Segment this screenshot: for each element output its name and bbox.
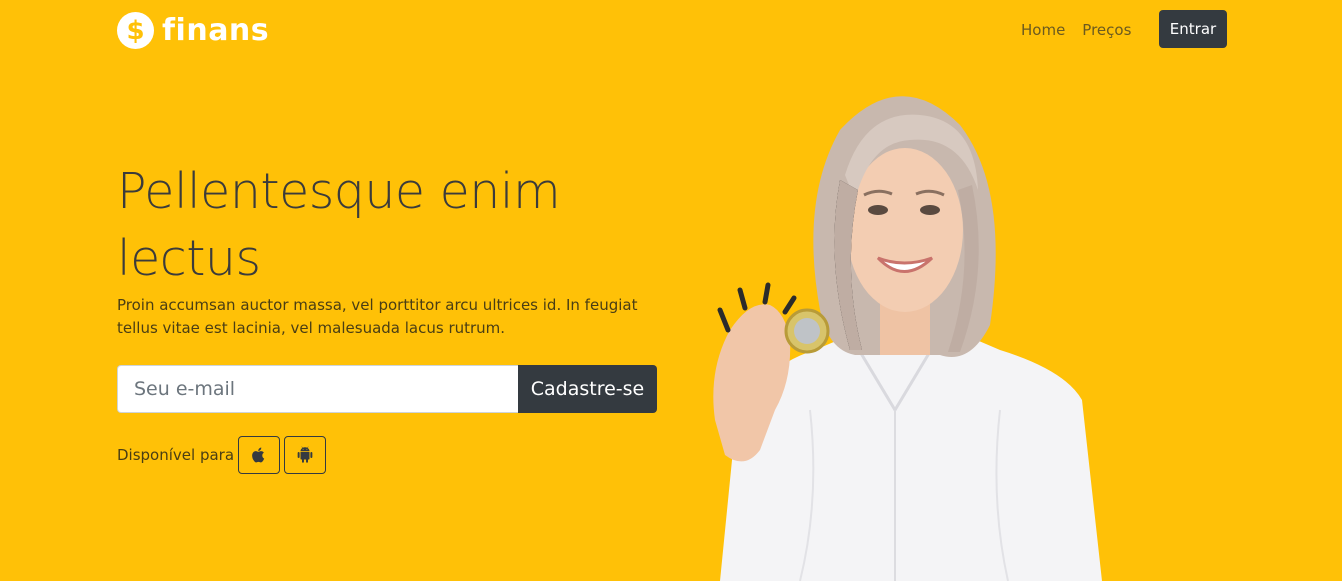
nav-link-precos[interactable]: Preços [1082,21,1131,39]
hero-title: Pellentesque enim lectus [117,163,561,287]
navbar: $ finans Home Preços Entrar [0,0,1342,60]
signup-form: Cadastre-se [117,365,657,413]
available-label: Disponível para [117,446,235,464]
hero-description: Proin accumsan auctor massa, vel porttit… [117,296,638,337]
apple-store-button[interactable] [238,436,281,474]
android-store-button[interactable] [284,436,327,474]
woman-holding-coin-photo [713,96,1102,581]
brand-name: finans [162,12,270,48]
android-icon [297,446,313,463]
nav-link-home[interactable]: Home [1021,21,1065,39]
login-button[interactable]: Entrar [1159,10,1227,48]
nav-links: Home Preços [1021,21,1131,39]
brand-logo[interactable]: $ finans [117,12,269,49]
email-input[interactable] [117,365,518,413]
signup-button[interactable]: Cadastre-se [518,365,657,413]
apple-icon [252,447,265,463]
app-availability: Disponível para [117,436,330,474]
dollar-coin-icon: $ [117,12,154,49]
